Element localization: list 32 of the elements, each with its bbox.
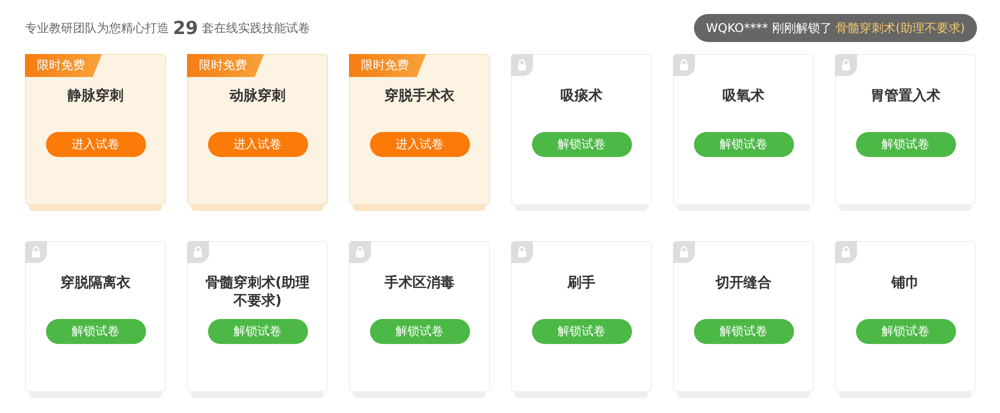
unlock-button[interactable]: 解锁试卷 [694,318,794,344]
paper-title: 胃管置入术 [870,87,942,106]
unlock-button[interactable]: 解锁试卷 [856,318,956,344]
paper-title: 穿脱手术衣 [384,87,456,106]
paper-link[interactable]: 骨髓穿刺术(助理不要求) [836,21,965,35]
unlock-button[interactable]: 解锁试卷 [46,318,146,344]
paper-title: 切开缝合 [714,274,772,293]
unlock-button[interactable]: 解锁试卷 [856,132,956,156]
enter-button[interactable]: 进入试卷 [208,132,308,156]
unlock-button[interactable]: 解锁试卷 [694,132,794,156]
paper-title: 吸痰术 [560,87,604,106]
unlock-button[interactable]: 解锁试卷 [208,318,308,344]
paper-title: 骨髓穿刺术(助理不要求) [204,274,311,312]
header-text: 套在线实践技能试卷 [202,20,310,37]
unlock-button[interactable]: 解锁试卷 [532,132,632,156]
paper-title: 穿脱隔离衣 [60,274,132,293]
enter-button[interactable]: 进入试卷 [370,132,470,156]
paper-count: 29 [173,16,198,40]
unlock-notice: WQKO**** 刚刚解锁了 骨髓穿刺术(助理不要求) [694,14,977,42]
paper-title: 刷手 [566,274,596,293]
paper-title: 动脉穿刺 [228,87,286,106]
header-text: 专业教研团队为您精心打造 [25,20,169,37]
paper-title: 铺巾 [890,274,920,293]
unlock-button[interactable]: 解锁试卷 [370,318,470,344]
free-tag: 限时免费 [349,54,426,77]
enter-button[interactable]: 进入试卷 [46,132,146,156]
free-tag: 限时免费 [187,54,264,77]
unlock-button[interactable]: 解锁试卷 [532,318,632,344]
free-tag: 限时免费 [25,54,102,77]
paper-title: 手术区消毒 [384,274,456,293]
paper-title: 静脉穿刺 [66,87,124,106]
paper-title: 吸氧术 [722,87,766,106]
